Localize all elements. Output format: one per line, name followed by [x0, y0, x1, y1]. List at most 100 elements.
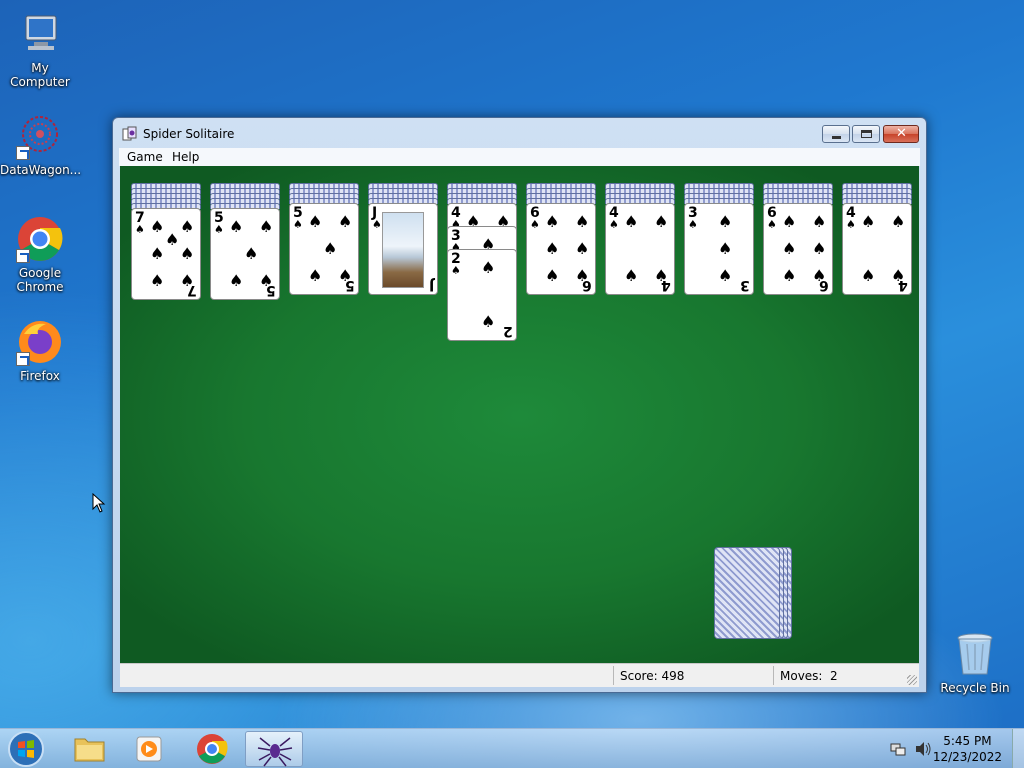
desktop-icon-firefox[interactable]: Firefox: [0, 318, 80, 383]
taskbar-chrome-button[interactable]: [183, 731, 241, 767]
spade-icon: ♠: [718, 212, 733, 231]
card-rank-bottom: 4: [898, 277, 908, 293]
desktop-icon-label: Firefox: [20, 369, 60, 383]
spade-icon: ♠: [782, 266, 797, 285]
spade-icon: ♠: [150, 244, 165, 263]
spade-icon: ♠: [165, 230, 180, 249]
maximize-icon: [861, 130, 872, 138]
spade-icon: ♠: [481, 258, 496, 277]
status-separator: [613, 666, 614, 685]
spade-icon: ♠: [575, 212, 590, 231]
desktop-icon-my-computer[interactable]: My Computer: [0, 10, 80, 89]
stock-card[interactable]: [714, 547, 780, 639]
card-4-spades[interactable]: 4♠♠♠♠♠4: [842, 203, 912, 295]
maximize-button[interactable]: [852, 125, 880, 143]
chrome-icon: [16, 215, 64, 263]
card-j-spades[interactable]: J ♠ J: [368, 203, 438, 295]
media-player-icon: [136, 736, 162, 762]
card-6-spades[interactable]: 6 ♠ ♠ ♠ ♠ ♠ ♠ ♠ 6: [763, 203, 833, 295]
spider-icon: [257, 737, 293, 767]
desktop-icon-label: Google Chrome: [16, 266, 64, 294]
spade-icon: ♠: [545, 212, 560, 231]
menu-help[interactable]: Help: [172, 150, 199, 164]
spade-icon: ♠: [530, 218, 540, 231]
card-7-spades[interactable]: 7 ♠ ♠ ♠ ♠ ♠ ♠ ♠ ♠ 7: [131, 208, 201, 300]
spade-icon: ♠: [846, 218, 856, 231]
spade-icon: ♠: [545, 266, 560, 285]
close-button[interactable]: ✕: [883, 125, 919, 143]
moves-label: Moves:: [780, 669, 823, 683]
spade-icon: ♠: [308, 266, 323, 285]
spade-icon: ♠: [812, 239, 827, 258]
datawagon-icon: [16, 112, 64, 160]
spade-icon: ♠: [624, 212, 639, 231]
card-2-spades[interactable]: 2 ♠ ♠ ♠ 2: [447, 249, 517, 341]
spade-icon: ♠: [861, 266, 876, 285]
resize-grip-icon[interactable]: [907, 675, 917, 685]
spade-icon: ♠: [767, 218, 777, 231]
system-clock[interactable]: 5:45 PM 12/23/2022: [933, 733, 1002, 765]
spade-icon: ♠: [782, 212, 797, 231]
spade-icon: ♠: [624, 266, 639, 285]
spade-icon: ♠: [609, 218, 619, 231]
card-rank-bottom: 3: [740, 277, 750, 293]
score-label: Score: 498: [620, 669, 685, 683]
spade-icon: ♠: [214, 223, 224, 236]
windows-logo-icon: [8, 731, 44, 767]
folder-icon: [74, 738, 105, 762]
desktop-icon-chrome[interactable]: Google Chrome: [0, 215, 80, 294]
start-button[interactable]: [6, 730, 46, 768]
desktop-icon-recycle-bin[interactable]: Recycle Bin: [935, 630, 1015, 695]
spade-icon: ♠: [180, 217, 195, 236]
spade-icon: ♠: [782, 239, 797, 258]
desktop-icon-label: Recycle Bin: [940, 681, 1010, 695]
spade-icon: ♠: [718, 266, 733, 285]
shortcut-arrow-icon: [16, 249, 30, 263]
title-bar[interactable]: Spider Solitaire ✕: [113, 118, 926, 148]
spade-icon: ♠: [229, 217, 244, 236]
card-rank-bottom: 6: [582, 277, 592, 293]
taskbar-explorer-button[interactable]: [60, 731, 118, 767]
spade-icon: ♠: [229, 271, 244, 290]
shortcut-arrow-icon: [16, 352, 30, 366]
window-title: Spider Solitaire: [143, 127, 235, 141]
card-rank-bottom: 2: [503, 323, 513, 339]
spade-icon: ♠: [338, 212, 353, 231]
spade-icon: ♠: [323, 239, 338, 258]
taskbar: 5:45 PM 12/23/2022: [0, 728, 1024, 768]
network-icon[interactable]: [890, 741, 906, 757]
menu-bar: Game Help: [119, 148, 920, 166]
card-rank-bottom: J: [428, 277, 434, 293]
game-board[interactable]: 7♠♠♠♠♠♠♠♠75♠♠♠♠♠♠55♠♠♠♠♠♠5J♠J4♠♠♠♠♠43♠♠♠…: [120, 166, 919, 663]
spade-icon: ♠: [861, 212, 876, 231]
status-bar: Score: 498 Moves: 2: [120, 663, 919, 687]
spade-icon: ♠: [135, 223, 145, 236]
show-desktop-button[interactable]: [1012, 729, 1024, 768]
minimize-button[interactable]: [822, 125, 850, 143]
card-rank-bottom: 5: [266, 282, 276, 298]
desktop-icon-datawagon[interactable]: DataWagon...: [0, 112, 81, 177]
firefox-icon: [16, 318, 64, 366]
spade-icon: ♠: [481, 312, 496, 331]
shortcut-arrow-icon: [16, 146, 30, 160]
status-separator: [773, 666, 774, 685]
menu-game[interactable]: Game: [127, 150, 163, 164]
spider-solitaire-window[interactable]: Spider Solitaire ✕ Game Help 7 ♠ ♠ ♠ ♠ ♠ ♠ ♠ ♠ 7 5…: [112, 117, 927, 693]
chrome-icon: [197, 734, 228, 764]
minimize-icon: [832, 136, 841, 139]
card-3-spades[interactable]: 3♠♠♠♠3: [684, 203, 754, 295]
taskbar-media-player-button[interactable]: [120, 731, 178, 767]
spade-icon: ♠: [308, 212, 323, 231]
spade-icon: ♠: [812, 212, 827, 231]
card-5-spades[interactable]: 5 ♠ ♠ ♠ ♠ ♠ ♠ 5: [289, 203, 359, 295]
taskbar-spider-solitaire-button[interactable]: [245, 731, 303, 767]
card-4-spades[interactable]: 4♠♠♠♠♠4: [605, 203, 675, 295]
volume-icon[interactable]: [914, 741, 932, 757]
card-5-spades[interactable]: 5 ♠ ♠ ♠ ♠ ♠ ♠ 5: [210, 208, 280, 300]
recycle-bin-icon: [951, 630, 999, 678]
spade-icon: ♠: [372, 218, 382, 231]
card-rank-bottom: 4: [661, 277, 671, 293]
card-rank-bottom: 5: [345, 277, 355, 293]
spade-icon: ♠: [545, 239, 560, 258]
card-6-spades[interactable]: 6 ♠ ♠ ♠ ♠ ♠ ♠ ♠ 6: [526, 203, 596, 295]
